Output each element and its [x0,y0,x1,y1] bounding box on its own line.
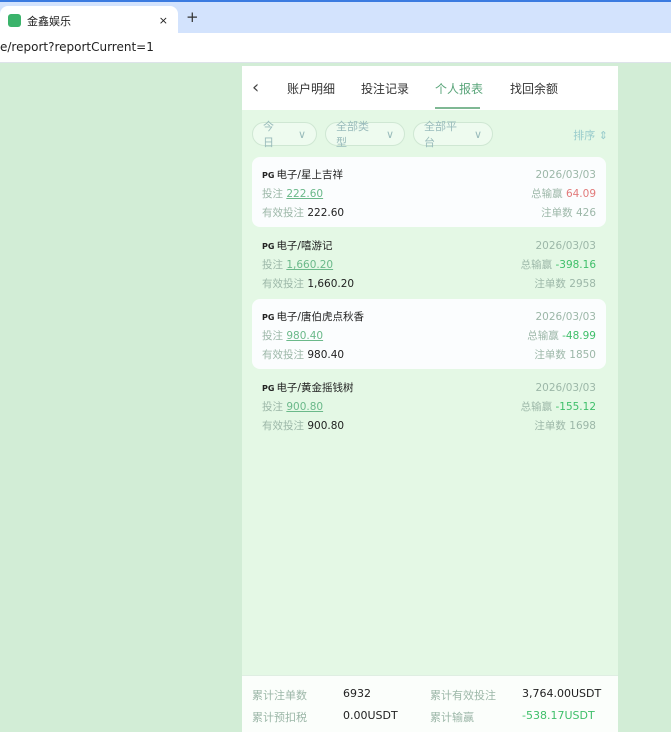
top-nav: ‹ 账户明细 投注记录 个人报表 找回余额 [242,66,618,110]
win-label: 总输赢 [520,401,553,413]
active-tab-indicator [435,107,480,109]
new-tab-button[interactable]: + [186,8,199,26]
browser-tabbar: 金鑫娱乐 × + [0,0,671,35]
record-card[interactable]: PG 电子/星上吉祥 2026/03/03 投注 222.60 总输赢 64.09 有… [252,157,606,227]
count-value: 426 [575,207,596,219]
valid-bet-value: 900.80 [307,420,345,432]
type-filter-label: 全部类型 [336,120,369,149]
count-value: 2958 [569,278,596,290]
tax-value: 0.00USDT [343,709,398,722]
count-value: 1698 [569,420,596,432]
valid-bet-label: 有效投注 [262,207,304,219]
total-win-label: 累计输赢 [430,711,474,724]
win-label: 总输赢 [531,188,563,200]
total-valid-label: 累计有效投注 [430,689,496,702]
count-value: 1850 [569,349,596,361]
tab-personal-report[interactable]: 个人报表 [435,80,483,97]
count-label: 注单数 [534,278,566,290]
win-value: 64.09 [565,188,596,200]
record-date: 2026/03/03 [535,168,596,181]
record-card[interactable]: PG 电子/嘻游记 2026/03/03 投注 1,660.20 总输赢 -398.1… [252,228,606,298]
valid-bet-value: 1,660.20 [307,278,355,290]
tab-bet-records[interactable]: 投注记录 [361,80,409,97]
bet-amount-link[interactable]: 980.40 [286,330,323,342]
record-date: 2026/03/03 [535,310,596,323]
bet-label: 投注 [262,259,283,271]
date-filter[interactable]: 今日 ∨ [252,120,317,149]
platform-filter[interactable]: 全部平台 ∨ [413,120,493,149]
favicon-icon [8,14,21,27]
bet-amount-link[interactable]: 222.60 [286,188,323,200]
bet-amount-link[interactable]: 900.80 [286,401,323,413]
url-text: e/report?reportCurrent=1 [0,40,154,54]
bet-label: 投注 [262,188,283,200]
record-date: 2026/03/03 [535,239,596,252]
win-value: -48.99 [562,330,596,342]
tab-recover-balance[interactable]: 找回余额 [510,80,558,97]
back-icon[interactable]: ‹ [252,77,259,98]
address-bar[interactable]: e/report?reportCurrent=1 [0,33,671,63]
tax-label: 累计预扣税 [252,711,307,724]
pg-badge: PG [262,384,275,393]
total-count-label: 累计注单数 [252,689,307,702]
record-card[interactable]: PG 电子/唐伯虎点秋香 2026/03/03 投注 980.40 总输赢 -48.9… [252,299,606,369]
game-name: 电子/唐伯虎点秋香 [276,311,364,323]
count-label: 注单数 [534,349,566,361]
game-name: 电子/嘻游记 [276,240,333,252]
win-value: -155.12 [555,401,596,413]
chevron-down-icon: ∨ [297,127,306,141]
chevron-down-icon: ∨ [473,127,482,141]
valid-bet-value: 980.40 [307,349,345,361]
count-label: 注单数 [534,420,566,432]
count-label: 注单数 [541,207,573,219]
type-filter[interactable]: 全部类型 ∨ [325,120,405,149]
filter-bar: 今日 ∨ 全部类型 ∨ 全部平台 ∨ 排序 ⇕ [252,120,608,149]
win-label: 总输赢 [520,259,553,271]
total-valid-value: 3,764.00USDT [522,687,602,700]
valid-bet-label: 有效投注 [262,349,304,361]
bet-amount-link[interactable]: 1,660.20 [286,259,333,271]
tab-account-details[interactable]: 账户明细 [287,80,335,97]
record-card[interactable]: PG 电子/黄金摇钱树 2026/03/03 投注 900.80 总输赢 -155.1… [252,370,606,440]
summary-footer: 累计注单数 6932 累计有效投注 3,764.00USDT 累计预扣税 0.0… [242,675,618,732]
record-title: PG 电子/黄金摇钱树 [262,380,353,395]
record-date: 2026/03/03 [535,381,596,394]
browser-tab[interactable]: 金鑫娱乐 × [0,6,178,35]
valid-bet-label: 有效投注 [262,278,304,290]
total-win-value: -538.17USDT [522,709,595,722]
record-title: PG 电子/星上吉祥 [262,167,343,182]
pg-badge: PG [262,313,275,322]
bet-label: 投注 [262,330,283,342]
record-title: PG 电子/唐伯虎点秋香 [262,309,364,324]
close-tab-icon[interactable]: × [159,14,168,27]
valid-bet-label: 有效投注 [262,420,304,432]
total-count-value: 6932 [343,687,371,700]
bet-label: 投注 [262,401,283,413]
sort-button[interactable]: 排序 ⇕ [573,127,608,143]
pg-badge: PG [262,242,275,251]
record-title: PG 电子/嘻游记 [262,238,332,253]
valid-bet-value: 222.60 [307,207,345,219]
date-filter-label: 今日 [263,120,274,149]
pg-badge: PG [262,171,275,180]
tab-title: 金鑫娱乐 [27,14,71,28]
game-name: 电子/黄金摇钱树 [276,382,354,394]
chevron-down-icon: ∨ [385,127,394,141]
report-panel: ‹ 账户明细 投注记录 个人报表 找回余额 今日 ∨ 全部类型 ∨ 全部平台 ∨ 排序… [242,66,618,732]
game-name: 电子/星上吉祥 [276,169,343,181]
platform-filter-label: 全部平台 [424,120,457,149]
win-value: -398.16 [555,259,596,271]
win-label: 总输赢 [527,330,559,342]
